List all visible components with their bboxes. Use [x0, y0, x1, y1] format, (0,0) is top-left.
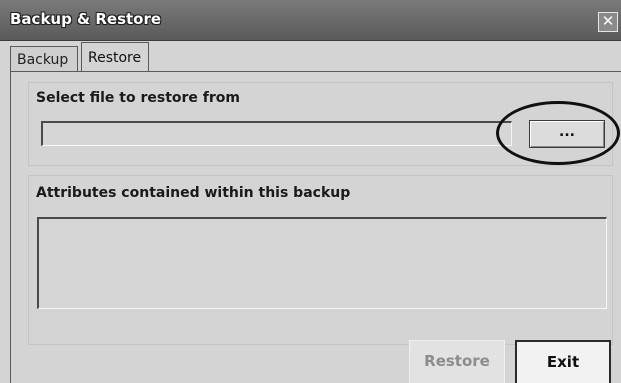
close-button[interactable]: ✕ — [598, 12, 618, 32]
attributes-list-box[interactable] — [37, 217, 607, 309]
restore-button[interactable]: Restore — [409, 340, 505, 383]
title-bar: Backup & Restore ✕ — [0, 0, 621, 41]
restore-file-field[interactable] — [41, 121, 512, 146]
tab-backup-label: Backup — [17, 52, 69, 68]
browse-button[interactable]: ... — [529, 120, 605, 148]
window-title: Backup & Restore — [10, 10, 162, 28]
attributes-label: Attributes contained within this backup — [36, 185, 351, 201]
exit-button[interactable]: Exit — [515, 340, 611, 383]
select-file-label: Select file to restore from — [36, 90, 240, 106]
close-icon: ✕ — [601, 12, 615, 30]
tab-restore-label: Restore — [88, 50, 142, 66]
tab-backup[interactable]: Backup — [10, 46, 78, 72]
tab-restore[interactable]: Restore — [81, 42, 149, 74]
